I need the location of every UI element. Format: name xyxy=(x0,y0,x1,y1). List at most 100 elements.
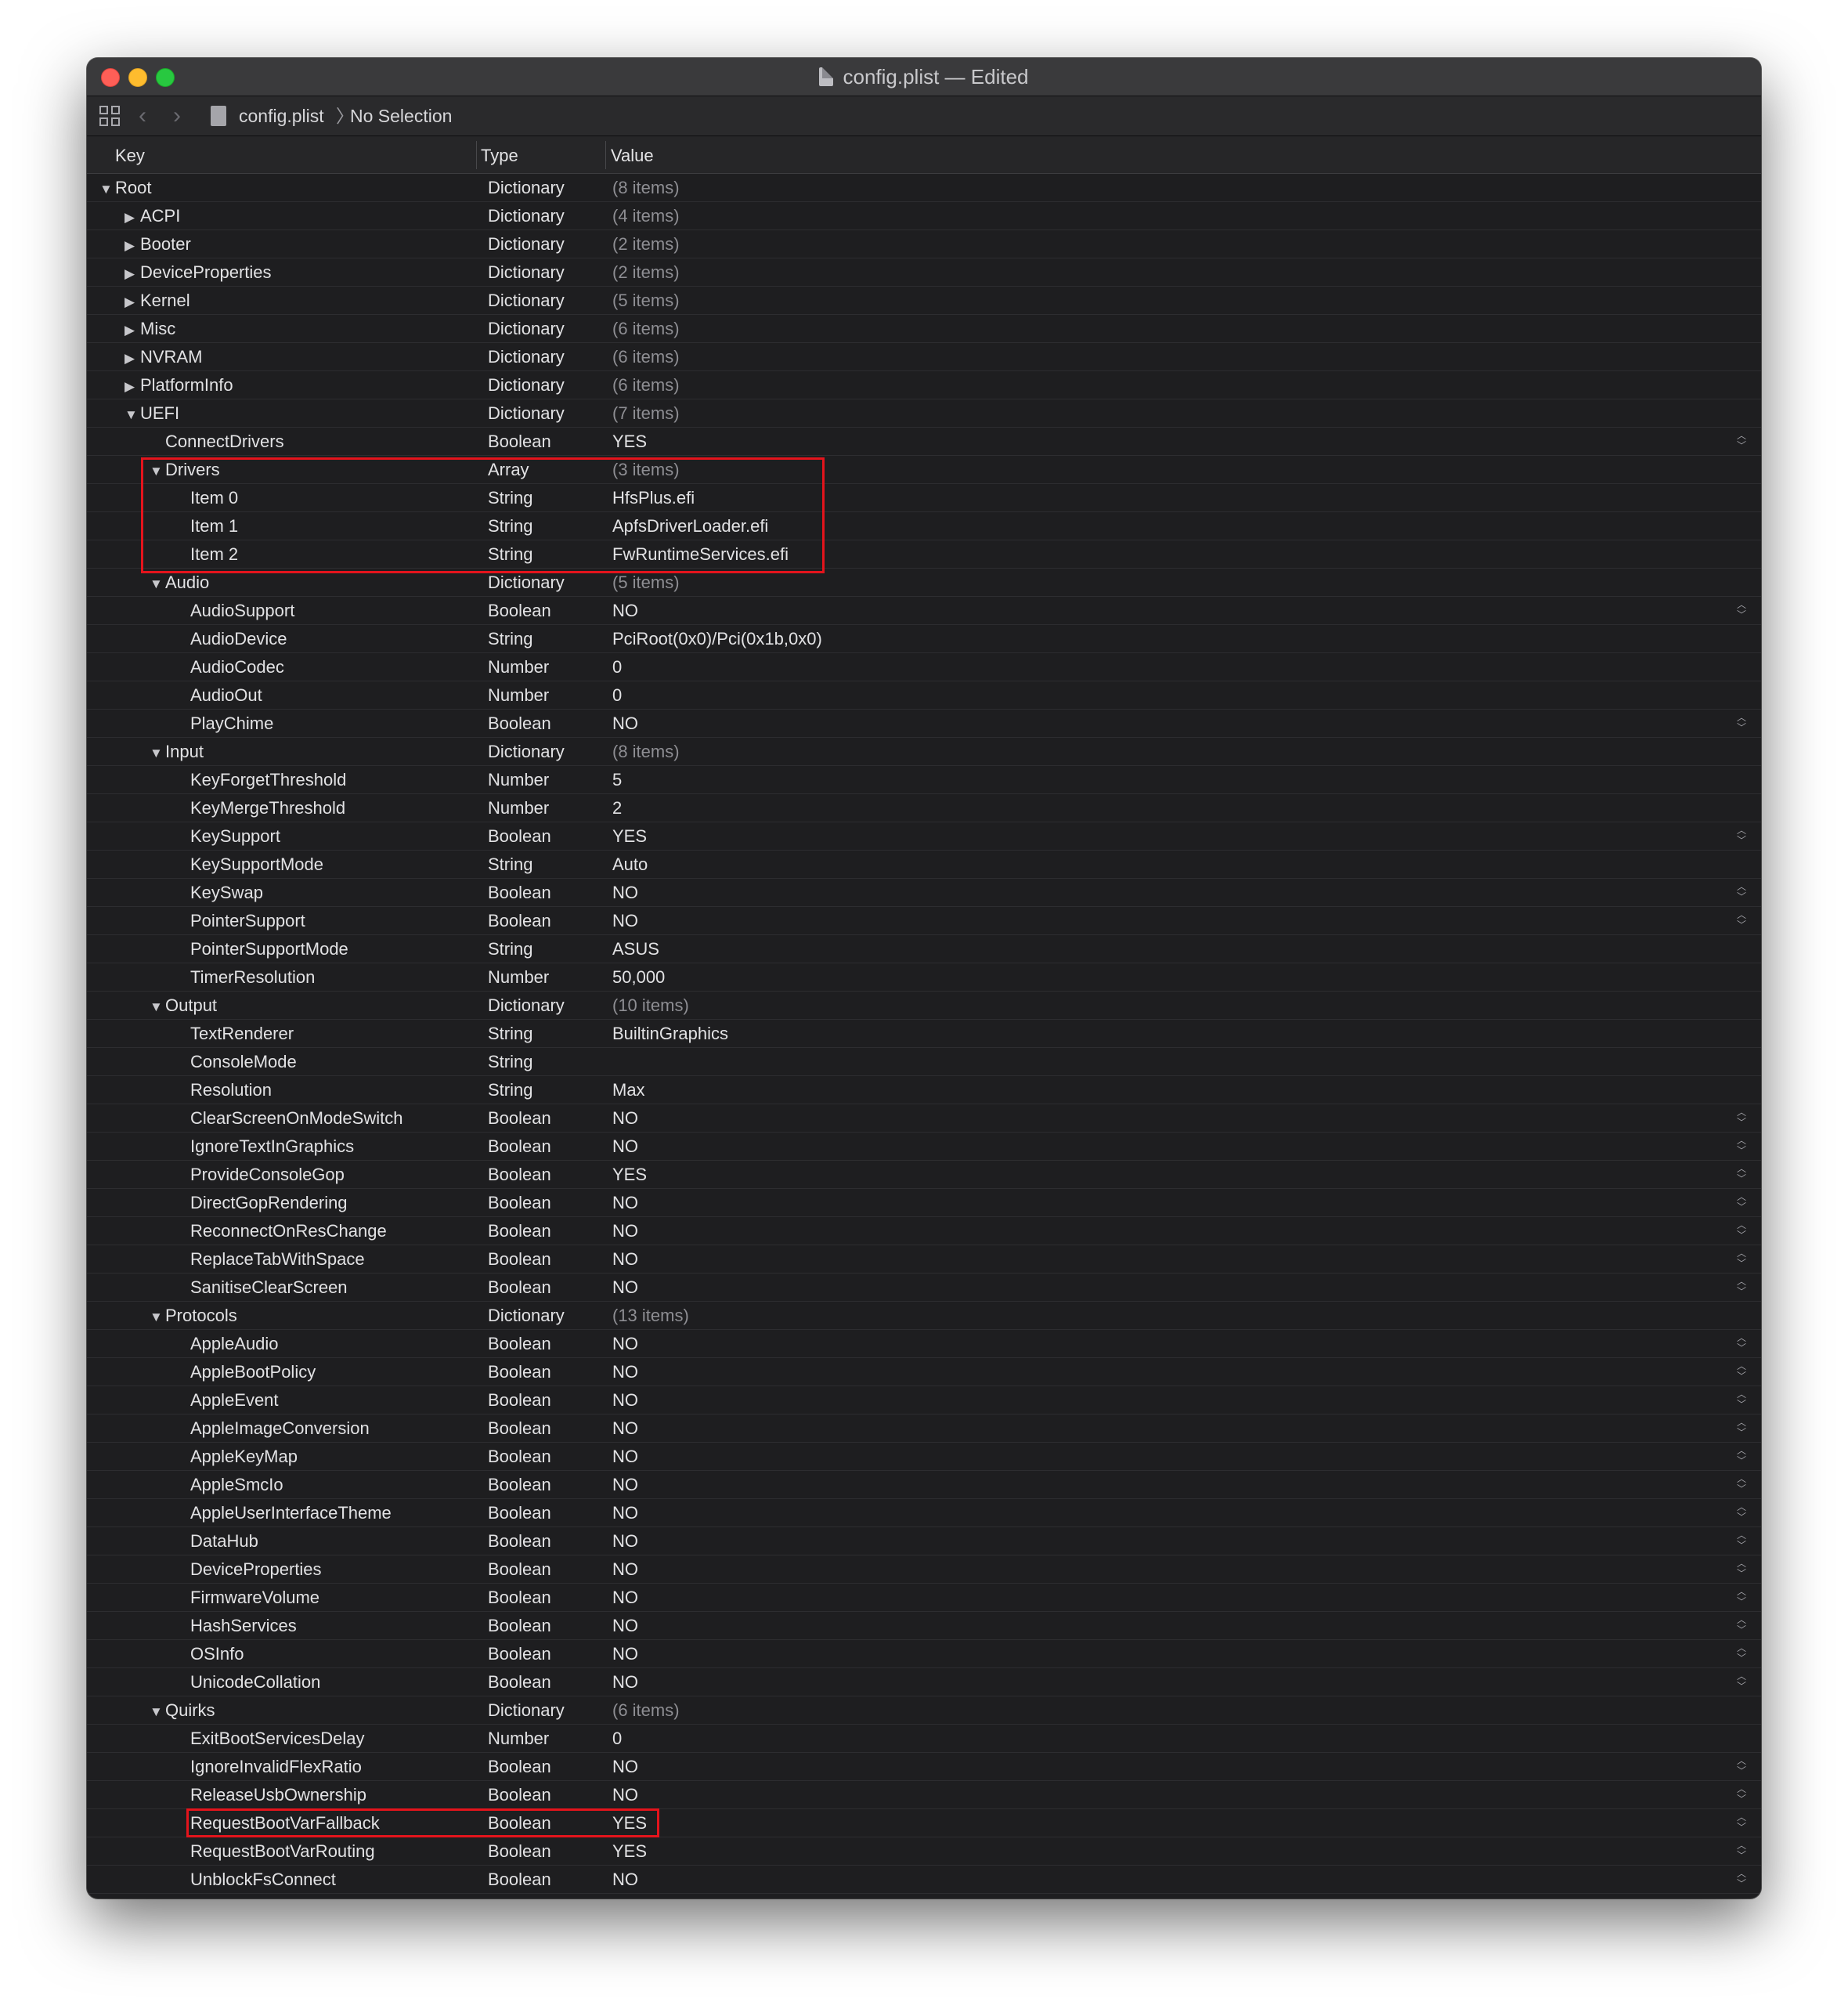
row-type[interactable]: Boolean xyxy=(488,1809,551,1837)
row-key[interactable]: PointerSupportMode xyxy=(175,935,348,963)
row-key[interactable]: ▼ Output xyxy=(150,992,217,1019)
row-key[interactable]: ▼ UEFI xyxy=(125,399,179,427)
row-type[interactable]: Array xyxy=(488,456,529,484)
row-type[interactable]: String xyxy=(488,851,532,879)
plist-row[interactable]: KeySwap Boolean NO ︿ ﹀ xyxy=(87,879,1761,907)
boolean-stepper-icon[interactable]: ︿ ﹀ xyxy=(1736,1812,1747,1834)
row-type[interactable]: Boolean xyxy=(488,1781,551,1809)
row-type[interactable]: Dictionary xyxy=(488,287,565,315)
boolean-stepper-icon[interactable]: ︿ ﹀ xyxy=(1736,1418,1747,1440)
plist-row[interactable]: AppleBootPolicy Boolean NO ︿ ﹀ xyxy=(87,1358,1761,1386)
row-type[interactable]: Boolean xyxy=(488,879,551,907)
row-key[interactable]: ExitBootServicesDelay xyxy=(175,1725,365,1752)
plist-row[interactable]: ▶ Misc Dictionary (6 items) xyxy=(87,315,1761,343)
plist-row[interactable]: PointerSupportMode String ASUS xyxy=(87,935,1761,963)
disclosure-closed-icon[interactable]: ▶ xyxy=(125,204,140,232)
boolean-stepper-icon[interactable]: ︿ ﹀ xyxy=(1736,1841,1747,1862)
key-column-header[interactable]: Key xyxy=(115,136,145,173)
row-key[interactable]: AppleEvent xyxy=(175,1386,279,1414)
plist-row[interactable]: UnblockFsConnect Boolean NO ︿ ﹀ xyxy=(87,1866,1761,1894)
chevron-left-icon[interactable]: ‹ xyxy=(139,103,146,129)
boolean-stepper-icon[interactable]: ︿ ﹀ xyxy=(1736,1643,1747,1665)
row-type[interactable]: Number xyxy=(488,963,549,992)
row-value[interactable]: YES xyxy=(612,1837,647,1866)
row-type[interactable]: String xyxy=(488,1020,532,1048)
row-key[interactable]: ▼ Root xyxy=(99,174,151,201)
plist-row[interactable]: Item 0 String HfsPlus.efi xyxy=(87,484,1761,512)
row-type[interactable]: Number xyxy=(488,653,549,681)
row-value[interactable]: NO xyxy=(612,1555,638,1584)
boolean-stepper-icon[interactable]: ︿ ﹀ xyxy=(1736,1361,1747,1383)
row-value[interactable]: (8 items) xyxy=(612,174,680,202)
row-key[interactable]: AudioOut xyxy=(175,681,262,709)
plist-row[interactable]: ▶ ACPI Dictionary (4 items) xyxy=(87,202,1761,230)
boolean-stepper-icon[interactable]: ︿ ﹀ xyxy=(1736,1756,1747,1778)
boolean-stepper-icon[interactable]: ︿ ﹀ xyxy=(1736,1333,1747,1355)
row-value[interactable]: NO xyxy=(612,1104,638,1133)
row-value[interactable]: NO xyxy=(612,1330,638,1358)
row-value[interactable]: 5 xyxy=(612,766,622,794)
row-type[interactable]: Dictionary xyxy=(488,174,565,202)
row-type[interactable]: String xyxy=(488,540,532,569)
plist-row[interactable]: ▶ NVRAM Dictionary (6 items) xyxy=(87,343,1761,371)
boolean-stepper-icon[interactable]: ︿ ﹀ xyxy=(1736,1220,1747,1242)
plist-row[interactable]: AudioCodec Number 0 xyxy=(87,653,1761,681)
row-key[interactable]: DirectGopRendering xyxy=(175,1189,348,1216)
row-value[interactable]: NO xyxy=(612,907,638,935)
boolean-stepper-icon[interactable]: ︿ ﹀ xyxy=(1736,1530,1747,1552)
row-type[interactable]: Boolean xyxy=(488,1274,551,1302)
row-key[interactable]: AppleAudio xyxy=(175,1330,279,1357)
row-key[interactable]: IgnoreTextInGraphics xyxy=(175,1133,354,1160)
disclosure-open-icon[interactable]: ▼ xyxy=(99,175,115,204)
row-key[interactable]: ReplaceTabWithSpace xyxy=(175,1245,365,1273)
row-type[interactable]: Boolean xyxy=(488,1414,551,1443)
row-value[interactable]: (6 items) xyxy=(612,1696,680,1725)
row-key[interactable]: ▶ Booter xyxy=(125,230,191,258)
row-value[interactable]: NO xyxy=(612,1781,638,1809)
row-key[interactable]: Item 1 xyxy=(175,512,238,540)
row-key[interactable]: AppleKeyMap xyxy=(175,1443,298,1470)
row-type[interactable]: Dictionary xyxy=(488,399,565,428)
row-type[interactable]: Boolean xyxy=(488,907,551,935)
plist-row[interactable]: AppleUserInterfaceTheme Boolean NO ︿ ﹀ xyxy=(87,1499,1761,1527)
row-value[interactable]: PciRoot(0x0)/Pci(0x1b,0x0) xyxy=(612,625,822,653)
row-type[interactable]: Dictionary xyxy=(488,202,565,230)
row-key[interactable]: ▶ PlatformInfo xyxy=(125,371,233,399)
row-key[interactable]: ConsoleMode xyxy=(175,1048,297,1075)
plist-row[interactable]: ▼ Root Dictionary (8 items) xyxy=(87,174,1761,202)
row-key[interactable]: ▼ Quirks xyxy=(150,1696,215,1724)
row-type[interactable]: Number xyxy=(488,766,549,794)
disclosure-open-icon[interactable]: ▼ xyxy=(150,1698,165,1726)
plist-row[interactable]: ▼ Quirks Dictionary (6 items) xyxy=(87,1696,1761,1725)
row-key[interactable]: AudioDevice xyxy=(175,625,287,652)
plist-row[interactable]: ConnectDrivers Boolean YES ︿ ﹀ xyxy=(87,428,1761,456)
row-value[interactable]: HfsPlus.efi xyxy=(612,484,695,512)
row-key[interactable]: IgnoreInvalidFlexRatio xyxy=(175,1753,362,1780)
row-type[interactable]: Boolean xyxy=(488,597,551,625)
plist-row[interactable]: ▼ Drivers Array (3 items) xyxy=(87,456,1761,484)
disclosure-closed-icon[interactable]: ▶ xyxy=(125,373,140,401)
chevron-right-icon[interactable]: › xyxy=(173,103,181,129)
row-type[interactable]: Boolean xyxy=(488,822,551,851)
row-key[interactable]: ReleaseUsbOwnership xyxy=(175,1781,366,1808)
row-type[interactable]: Boolean xyxy=(488,1386,551,1414)
row-key[interactable]: TimerResolution xyxy=(175,963,315,991)
boolean-stepper-icon[interactable]: ︿ ﹀ xyxy=(1736,1248,1747,1270)
plist-row[interactable]: DeviceProperties Boolean NO ︿ ﹀ xyxy=(87,1555,1761,1584)
row-key[interactable]: Resolution xyxy=(175,1076,272,1104)
row-key[interactable]: ▶ DeviceProperties xyxy=(125,258,272,286)
disclosure-open-icon[interactable]: ▼ xyxy=(150,570,165,598)
boolean-stepper-icon[interactable]: ︿ ﹀ xyxy=(1736,1107,1747,1129)
plist-row[interactable]: PlayChime Boolean NO ︿ ﹀ xyxy=(87,710,1761,738)
row-type[interactable]: Boolean xyxy=(488,1640,551,1668)
boolean-stepper-icon[interactable]: ︿ ﹀ xyxy=(1736,1192,1747,1214)
row-key[interactable]: ▶ NVRAM xyxy=(125,343,202,370)
row-value[interactable]: NO xyxy=(612,1612,638,1640)
boolean-stepper-icon[interactable]: ︿ ﹀ xyxy=(1736,713,1747,735)
plist-row[interactable]: ReconnectOnResChange Boolean NO ︿ ﹀ xyxy=(87,1217,1761,1245)
row-value[interactable]: YES xyxy=(612,1161,647,1189)
row-type[interactable]: Boolean xyxy=(488,1527,551,1555)
row-type[interactable]: Boolean xyxy=(488,1133,551,1161)
row-key[interactable]: TextRenderer xyxy=(175,1020,294,1047)
row-key[interactable]: AudioSupport xyxy=(175,597,294,624)
